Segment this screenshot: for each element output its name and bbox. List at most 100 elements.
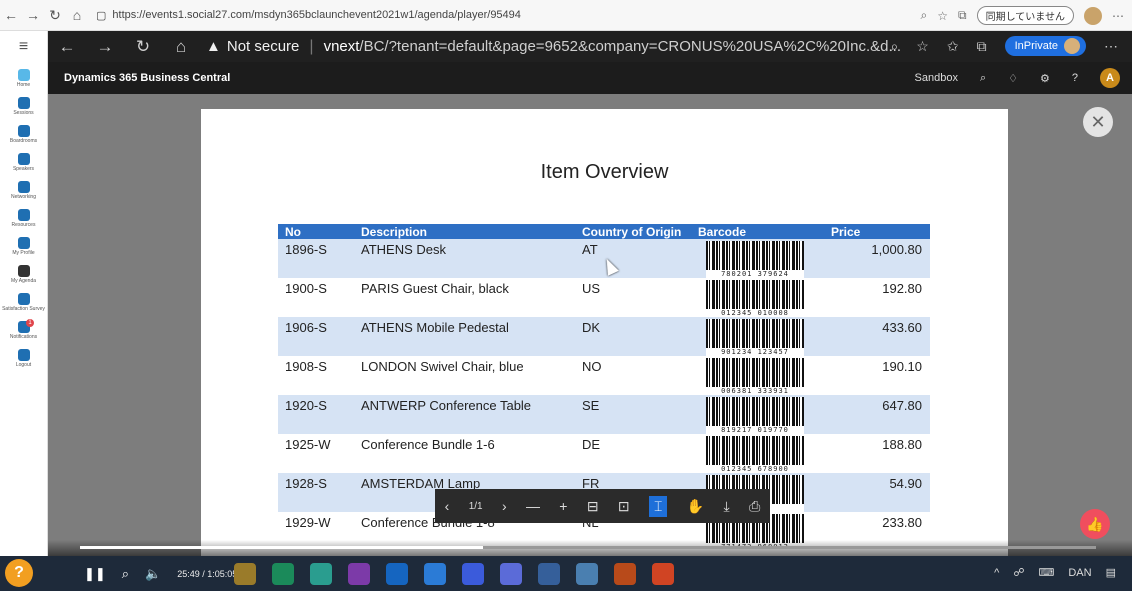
edge-icon[interactable]: [272, 563, 294, 585]
item-country: SE: [582, 398, 600, 413]
volume-icon[interactable]: 🔈: [145, 566, 161, 582]
favorite-icon[interactable]: ☆: [916, 38, 929, 55]
help-icon[interactable]: ?: [1072, 72, 1078, 84]
captions-icon[interactable]: ⌕: [122, 566, 129, 582]
hamburger-menu-icon[interactable]: ≡: [0, 31, 47, 63]
inner-browser-toolbar: ← → ↻ ⌂ ▲ Not secure | vnext/BC/?tenant=…: [48, 31, 1132, 62]
outer-address-bar[interactable]: ▢ https://events1.social27.com/msdyn365b…: [96, 9, 521, 22]
more-icon[interactable]: ⋯: [1104, 38, 1118, 55]
forward-icon[interactable]: →: [86, 37, 124, 57]
back-icon[interactable]: ←: [0, 7, 22, 23]
item-no: 1906-S: [285, 320, 327, 335]
table-row: 1925-W Conference Bundle 1-6 DE 188.80 01234…: [278, 434, 930, 473]
seek-bar[interactable]: [80, 546, 1096, 549]
outlook-icon[interactable]: [386, 563, 408, 585]
collections-icon[interactable]: ⧉: [977, 38, 987, 55]
sidebar-item-label: Logout: [15, 362, 32, 368]
prev-page-icon[interactable]: ‹: [445, 498, 450, 514]
sidebar-item-my-agenda[interactable]: My Agenda: [0, 265, 47, 287]
download-icon[interactable]: ⤓: [724, 498, 730, 515]
collections-icon[interactable]: ⧉: [958, 8, 967, 23]
sidebar-item-label: Boardrooms: [9, 138, 38, 144]
zoom-icon[interactable]: ⌕: [921, 8, 928, 23]
inner-address-bar[interactable]: vnext/BC/?tenant=default&page=9652&compa…: [324, 38, 901, 55]
zoom-in-icon[interactable]: +: [559, 498, 567, 514]
file-explorer-icon[interactable]: [234, 563, 256, 585]
close-viewer-button[interactable]: ✕: [1083, 107, 1113, 137]
column-header-country: Country of Origin: [582, 225, 682, 239]
networking-icon: [17, 181, 30, 193]
powershell-icon[interactable]: [462, 563, 484, 585]
item-description: ATHENS Mobile Pedestal: [361, 320, 509, 335]
network-icon[interactable]: ☍: [1013, 566, 1024, 579]
fit-page-icon[interactable]: ⊡: [618, 498, 630, 515]
item-price: 54.90: [889, 476, 922, 491]
settings-gear-icon[interactable]: ⚙: [1040, 72, 1050, 85]
report-title: Item Overview: [540, 161, 669, 183]
barcode-number: 012345 678900: [706, 465, 804, 473]
logout-icon: [17, 349, 30, 361]
search-icon[interactable]: ⌕: [980, 72, 986, 85]
user-avatar[interactable]: A: [1100, 68, 1120, 88]
inprivate-button[interactable]: InPrivate: [1004, 36, 1086, 56]
back-icon[interactable]: ←: [48, 37, 86, 57]
security-warning[interactable]: ▲ Not secure: [206, 38, 299, 55]
sync-status-button[interactable]: 同期していません: [976, 6, 1074, 25]
zoom-icon[interactable]: ⌕: [890, 38, 898, 55]
forward-icon[interactable]: →: [22, 7, 44, 23]
fit-width-icon[interactable]: ⊟: [587, 498, 599, 515]
keyboard-icon[interactable]: ⌨: [1038, 566, 1054, 579]
boardrooms-icon: [17, 125, 30, 137]
teams-icon[interactable]: [500, 563, 522, 585]
like-button[interactable]: 👍: [1080, 509, 1110, 539]
remote-desktop-icon[interactable]: [538, 563, 560, 585]
select-text-icon[interactable]: ⌶: [648, 495, 668, 517]
app-title[interactable]: Dynamics 365 Business Central: [64, 72, 230, 84]
item-price: 1,000.80: [871, 242, 922, 257]
item-country: AT: [582, 242, 598, 257]
refresh-icon[interactable]: ↻: [124, 37, 162, 57]
sidebar-item-notifications[interactable]: Notifications 1: [0, 319, 47, 343]
item-no: 1900-S: [285, 281, 327, 296]
zoom-out-icon[interactable]: —: [526, 498, 540, 514]
profile-avatar[interactable]: [1084, 6, 1102, 25]
notifications-bell-icon[interactable]: ♢: [1008, 72, 1018, 85]
item-description: PARIS Guest Chair, black: [361, 281, 509, 296]
sidebar-item-sessions[interactable]: Sessions: [0, 97, 47, 119]
pdf-toolbar: ‹ 1/1 › — + ⊟ ⊡ ⌶ ✋ ⤓ ⎙: [435, 489, 770, 523]
paint-icon[interactable]: [614, 563, 636, 585]
photos-icon[interactable]: [576, 563, 598, 585]
onenote-icon[interactable]: [348, 563, 370, 585]
item-no: 1920-S: [285, 398, 327, 413]
item-description: Conference Bundle 1-6: [361, 437, 495, 452]
powerpoint-icon[interactable]: [652, 563, 674, 585]
favorite-icon[interactable]: ☆: [937, 9, 948, 23]
sidebar-item-my-profile[interactable]: My Profile: [0, 237, 47, 259]
chevron-up-icon[interactable]: ^: [994, 567, 999, 579]
sidebar-item-satisfaction-survey[interactable]: Satisfaction Survey: [0, 293, 47, 315]
sidebar-item-resources[interactable]: Resources: [0, 209, 47, 231]
pause-icon[interactable]: ❚❚: [84, 566, 106, 582]
sidebar-item-networking[interactable]: Networking: [0, 181, 47, 203]
sidebar-item-label: My Agenda: [10, 278, 37, 284]
sidebar-item-speakers[interactable]: Speakers: [0, 153, 47, 175]
sidebar-item-home[interactable]: Home: [0, 69, 47, 91]
favorites-bar-icon[interactable]: ✩: [947, 38, 959, 55]
hand-tool-icon[interactable]: ✋: [687, 498, 704, 515]
print-icon[interactable]: ⎙: [749, 498, 760, 515]
item-no: 1908-S: [285, 359, 327, 374]
help-button[interactable]: ?: [5, 559, 33, 587]
language-indicator[interactable]: DAN: [1068, 567, 1091, 579]
item-country: US: [582, 281, 601, 296]
notification-center-icon[interactable]: ▤: [1106, 566, 1116, 579]
edge-dev-icon[interactable]: [310, 563, 332, 585]
refresh-icon[interactable]: ↻: [44, 7, 66, 24]
barcode-number: 819217 019770: [706, 426, 804, 434]
vscode-icon[interactable]: [424, 563, 446, 585]
next-page-icon[interactable]: ›: [502, 498, 507, 514]
home-icon[interactable]: ⌂: [162, 37, 200, 57]
sidebar-item-boardrooms[interactable]: Boardrooms: [0, 125, 47, 147]
home-icon[interactable]: ⌂: [66, 7, 88, 23]
sidebar-item-logout[interactable]: Logout: [0, 349, 47, 371]
more-icon[interactable]: ⋯: [1112, 9, 1124, 23]
